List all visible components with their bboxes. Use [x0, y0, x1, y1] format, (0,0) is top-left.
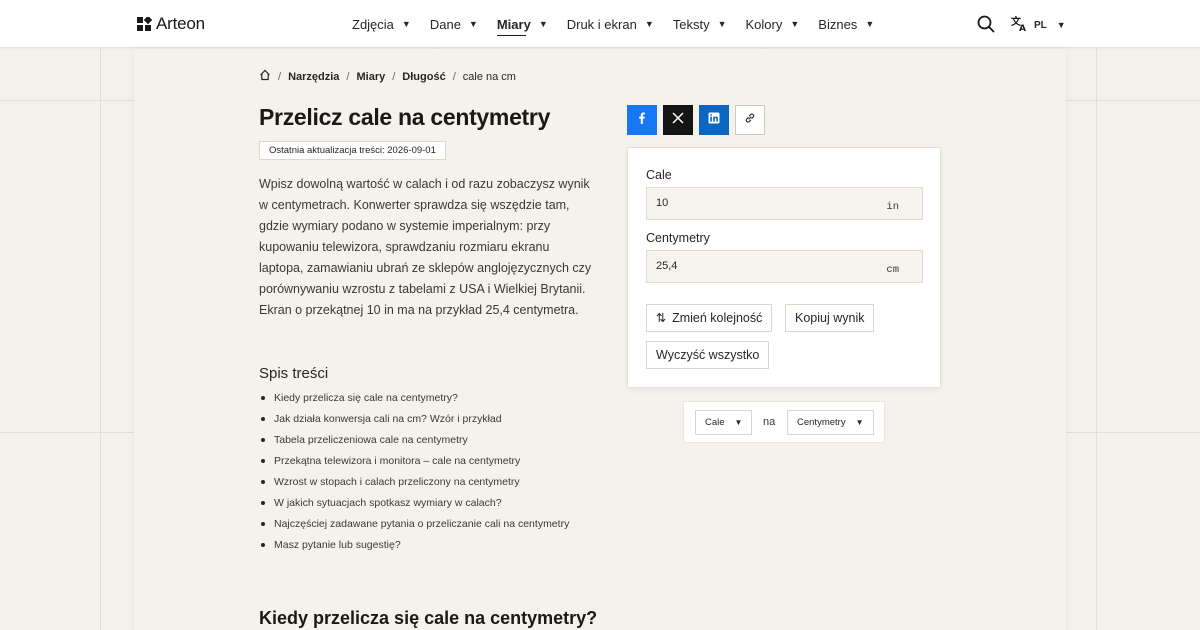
share-facebook-button[interactable]: [627, 105, 657, 135]
caret-down-icon: ▼: [717, 19, 727, 29]
swap-arrows-icon: ⇅: [656, 311, 667, 325]
to-unit-select-value: Centymetry: [797, 417, 846, 428]
top-navigation-bar: Arteon Zdjęcia ▼ Dane ▼ Miary ▼ Druk i e…: [0, 0, 1200, 48]
main-nav: Zdjęcia ▼ Dane ▼ Miary ▼ Druk i ekran ▼ …: [352, 0, 893, 48]
share-x-button[interactable]: [663, 105, 693, 135]
nav-label: Biznes: [818, 16, 858, 32]
toc-link[interactable]: Masz pytanie lub sugestię?: [259, 537, 569, 558]
nav-item-dane[interactable]: Dane ▼: [430, 0, 478, 48]
caret-down-icon: ▼: [734, 418, 743, 427]
copy-result-label: Kopiuj wynik: [795, 311, 865, 325]
nav-label: Dane: [429, 16, 461, 32]
breadcrumb-item[interactable]: Miary: [356, 71, 385, 83]
breadcrumb-separator: /: [452, 70, 456, 83]
from-unit-select[interactable]: Cale ▼: [695, 410, 753, 435]
to-field-label: Centymetry: [646, 231, 710, 245]
nav-item-kolory[interactable]: Kolory ▼: [746, 0, 800, 48]
breadcrumb-separator: /: [346, 70, 350, 83]
picker-connector: na: [763, 416, 776, 428]
to-unit-label: cm: [886, 264, 899, 276]
nav-item-biznes[interactable]: Biznes ▼: [818, 0, 874, 48]
language-switcher[interactable]: 文 A PL ▼: [1011, 15, 1066, 35]
svg-text:A: A: [1019, 24, 1026, 32]
nav-item-teksty[interactable]: Teksty ▼: [673, 0, 727, 48]
breadcrumb-separator: /: [278, 70, 282, 83]
clear-all-label: Wyczyść wszystko: [656, 348, 760, 362]
nav-label: Teksty: [672, 16, 710, 32]
logo[interactable]: Arteon: [137, 14, 205, 34]
toc-link[interactable]: Kiedy przelicza się cale na centymetry?: [259, 390, 569, 411]
toc-link[interactable]: Jak działa konwersja cali na cm? Wzór i …: [259, 411, 569, 432]
breadcrumb-item[interactable]: Narzędzia: [288, 71, 339, 83]
translate-icon: 文 A: [1011, 15, 1028, 35]
search-icon[interactable]: [977, 15, 995, 33]
caret-down-icon: ▼: [790, 19, 800, 29]
page-title: Przelicz cale na centymetry: [259, 104, 551, 130]
toc-link[interactable]: W jakich sytuacjach spotkasz wymiary w c…: [259, 495, 569, 516]
nav-label: Druk i ekran: [566, 16, 637, 32]
nav-item-miary[interactable]: Miary ▼: [497, 0, 548, 48]
nav-item-zdjecia[interactable]: Zdjęcia ▼: [352, 0, 411, 48]
nav-label: Zdjęcia: [352, 16, 394, 32]
caret-down-icon: ▼: [538, 19, 548, 29]
linkedin-icon: [708, 111, 720, 129]
copy-result-button[interactable]: Kopiuj wynik: [785, 304, 875, 332]
caret-down-icon: ▼: [855, 418, 864, 427]
table-of-contents: Kiedy przelicza się cale na centymetry? …: [259, 390, 569, 558]
caret-down-icon: ▼: [644, 19, 654, 29]
to-field: cm: [646, 250, 923, 283]
from-field-label: Cale: [646, 168, 672, 182]
copy-link-button[interactable]: [735, 105, 765, 135]
last-updated-badge: Ostatnia aktualizacja treści: 2026-09-01: [259, 141, 446, 160]
clear-all-button[interactable]: Wyczyść wszystko: [646, 341, 770, 369]
toc-link[interactable]: Przekątna telewizora i monitora – cale n…: [259, 453, 569, 474]
share-linkedin-button[interactable]: [699, 105, 729, 135]
facebook-icon: [636, 111, 648, 129]
x-icon: [672, 111, 684, 129]
caret-down-icon: ▼: [1056, 20, 1066, 30]
from-field: in: [646, 187, 923, 220]
share-buttons: [627, 105, 765, 135]
swap-units-label: Zmień kolejność: [672, 311, 763, 325]
breadcrumb-current: cale na cm: [462, 70, 516, 83]
link-icon: [744, 111, 756, 129]
breadcrumb: / Narzędzia / Miary / Długość / cale na …: [259, 69, 516, 84]
intro-paragraph: Wpisz dowolną wartość w calach i od razu…: [259, 177, 592, 317]
to-unit-select[interactable]: Centymetry ▼: [787, 410, 874, 435]
breadcrumb-separator: /: [392, 70, 396, 83]
unit-converter-card: Cale in Centymetry cm ⇅ Zmień kolejność …: [627, 147, 941, 388]
caret-down-icon: ▼: [401, 19, 411, 29]
nav-label: Kolory: [745, 16, 783, 32]
nav-item-druk-i-ekran[interactable]: Druk i ekran ▼: [567, 0, 654, 48]
home-icon[interactable]: [259, 69, 271, 84]
from-value-input[interactable]: [656, 197, 856, 209]
toc-title: Spis treści: [259, 365, 329, 382]
to-value-input[interactable]: [656, 260, 856, 272]
nav-label: Miary: [496, 16, 531, 32]
swap-units-button[interactable]: ⇅ Zmień kolejność: [646, 304, 773, 332]
from-unit-select-value: Cale: [705, 417, 725, 428]
from-unit-label: in: [886, 201, 899, 213]
logo-icon: [137, 15, 153, 32]
unit-picker: Cale ▼ na Centymetry ▼: [683, 401, 885, 443]
breadcrumb-item[interactable]: Długość: [402, 71, 445, 83]
language-code: PL: [1034, 19, 1047, 31]
logo-text: Arteon: [156, 14, 205, 33]
toc-link[interactable]: Tabela przeliczeniowa cale na centymetry: [259, 432, 569, 453]
toc-link[interactable]: Najczęściej zadawane pytania o przelicza…: [259, 516, 569, 537]
caret-down-icon: ▼: [468, 19, 478, 29]
section-heading: Kiedy przelicza się cale na centymetry?: [259, 608, 598, 628]
caret-down-icon: ▼: [865, 19, 875, 29]
toc-link[interactable]: Wzrost w stopach i calach przeliczony na…: [259, 474, 569, 495]
